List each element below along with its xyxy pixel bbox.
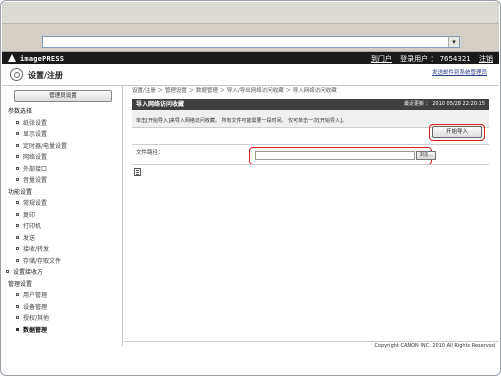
browser-status-area [2,354,499,374]
sidebar-item-users[interactable]: 用户管理 [2,290,123,302]
footer-divider [124,341,499,342]
sub-header: 设置/注册 发送邮件到系统管理员 [2,64,499,86]
bullet-icon [16,166,19,170]
bullet-icon [16,224,19,227]
panel-title: 导入网络访问收藏 [136,101,185,108]
sidebar-item-device[interactable]: 设备管理 [2,302,123,314]
bullet-icon [16,316,19,319]
bullet-icon [16,178,19,181]
mail-admin-link[interactable]: 发送邮件到系统管理员 [432,68,487,76]
sidebar-item-network[interactable]: 网络设置 [2,152,123,164]
sidebar-item-label: 音量设置 [23,177,48,184]
bullet-icon [16,155,19,158]
file-path-input[interactable] [255,151,415,160]
product-name: imagePRESS [20,55,65,63]
browser-toolbar [2,2,499,24]
sidebar-item-paper[interactable]: 纸张设置 [2,118,123,130]
sidebar-item-label: 网络设置 [23,154,48,161]
last-updated: 最近更新 ： 2010 05/28 22:20:15 [404,101,485,107]
sidebar-item-label: 数据管理 [23,326,48,334]
product-logo: imagePRESS [8,54,64,63]
breadcrumb[interactable]: 设置/注册 ＞ 管理设置 ＞ 数据管理 ＞ 导入/导出网络访问收藏 ＞ 导入网络… [132,86,337,97]
sidebar-item-label: 复印 [23,211,36,219]
sidebar-item-label: 授权/其他 [23,315,50,322]
sidebar-item-label: 打印机 [23,223,42,230]
sidebar-item-label: 外部接口 [23,165,48,173]
address-dropdown-icon[interactable]: ▾ [448,37,459,47]
user-label: 登录用户 ： 7654321 [400,55,471,63]
bullet-icon [16,143,19,147]
browser-chrome: ▾ [2,2,499,52]
bullet-icon [6,270,9,273]
sidebar: 管理员设置 参数选择 纸张设置 显示设置 定时器/电量设置 网络设置 外部接口 … [2,86,123,346]
sidebar-item-data-management[interactable]: 数据管理 [2,325,123,337]
top-bar-right: 到门户 登录用户 ： 7654321 注销 [365,54,493,64]
divider [132,164,489,165]
bullet-icon [16,132,19,135]
admin-settings-button[interactable]: 管理员设置 [14,90,112,102]
logo-icon [8,54,16,62]
footer-copyright: Copyright CANON INC. 2010 All Rights Res… [374,343,495,349]
sidebar-item-interface[interactable]: 外部接口 [2,164,123,176]
sidebar-item-copy[interactable]: 复印 [2,210,123,222]
sidebar-item-common[interactable]: 常规设置 [2,198,123,210]
nav-group-preferences: 参数选择 [8,108,33,115]
sidebar-item-timer[interactable]: 定时器/电量设置 [2,141,123,153]
nav-group-functions: 功能设置 [8,188,33,196]
nav-group-management: 管理设置 [8,280,33,288]
sidebar-item-send[interactable]: 发送 [2,233,123,245]
bullet-icon [16,247,19,250]
sidebar-item-display[interactable]: 显示设置 [2,129,123,141]
bullet-icon [16,212,19,216]
bullet-icon [16,258,19,262]
page-title: 设置/注册 [28,71,63,80]
document-icon[interactable] [134,168,141,176]
browse-button[interactable]: 浏览... [416,151,436,160]
sidebar-item-destination[interactable]: 设置接收方 [2,267,123,279]
sidebar-item-printer[interactable]: 打印机 [2,221,123,233]
sidebar-nav: 参数选择 纸张设置 显示设置 定时器/电量设置 网络设置 外部接口 音量设置 功… [2,106,123,336]
sidebar-item-receive[interactable]: 接收/转发 [2,244,123,256]
sidebar-item-label: 显示设置 [23,131,48,138]
sidebar-item-label: 设备管理 [23,303,48,311]
sidebar-item-label: 设置接收方 [13,269,44,276]
sidebar-item-volume[interactable]: 音量设置 [2,175,123,187]
settings-gear-icon [10,68,23,81]
file-path-label: 文件路径： [136,150,164,156]
sidebar-item-label: 存储/存取文件 [23,257,62,265]
bullet-icon [16,235,19,239]
portal-link[interactable]: 到门户 [371,55,392,63]
sidebar-item-label: 纸张设置 [23,119,48,127]
sidebar-item-license[interactable]: 授权/其他 [2,313,123,325]
sidebar-item-label: 定时器/电量设置 [23,142,68,150]
sidebar-item-store[interactable]: 存储/存取文件 [2,256,123,268]
bullet-icon [16,201,19,204]
browser-window: ▾ imagePRESS 到门户 登录用户 ： 7654321 注销 设置/注册… [0,0,501,376]
bullet-icon [16,120,19,124]
sidebar-item-label: 用户管理 [23,292,48,299]
panel-header: 导入网络访问收藏 最近更新 ： 2010 05/28 22:20:15 [132,99,489,110]
bullet-icon [16,327,19,331]
start-import-button[interactable]: 开始导入 [432,126,482,138]
logout-link[interactable]: 注销 [479,55,493,63]
divider [132,144,489,145]
top-bar: imagePRESS 到门户 登录用户 ： 7654321 注销 [2,52,499,64]
instruction-text: 单击[开始导入]来导入网络访问收藏。 所有文件可能需要一段时间。 仅可单击一次[… [136,118,347,124]
sidebar-item-label: 接收/转发 [23,246,50,253]
address-bar[interactable]: ▾ [42,36,460,48]
sidebar-item-label: 常规设置 [23,200,48,207]
main-content: 设置/注册 ＞ 管理设置 ＞ 数据管理 ＞ 导入/导出网络访问收藏 ＞ 导入网络… [124,86,499,346]
bullet-icon [16,304,19,308]
bullet-icon [16,293,19,296]
sidebar-item-label: 发送 [23,234,36,242]
